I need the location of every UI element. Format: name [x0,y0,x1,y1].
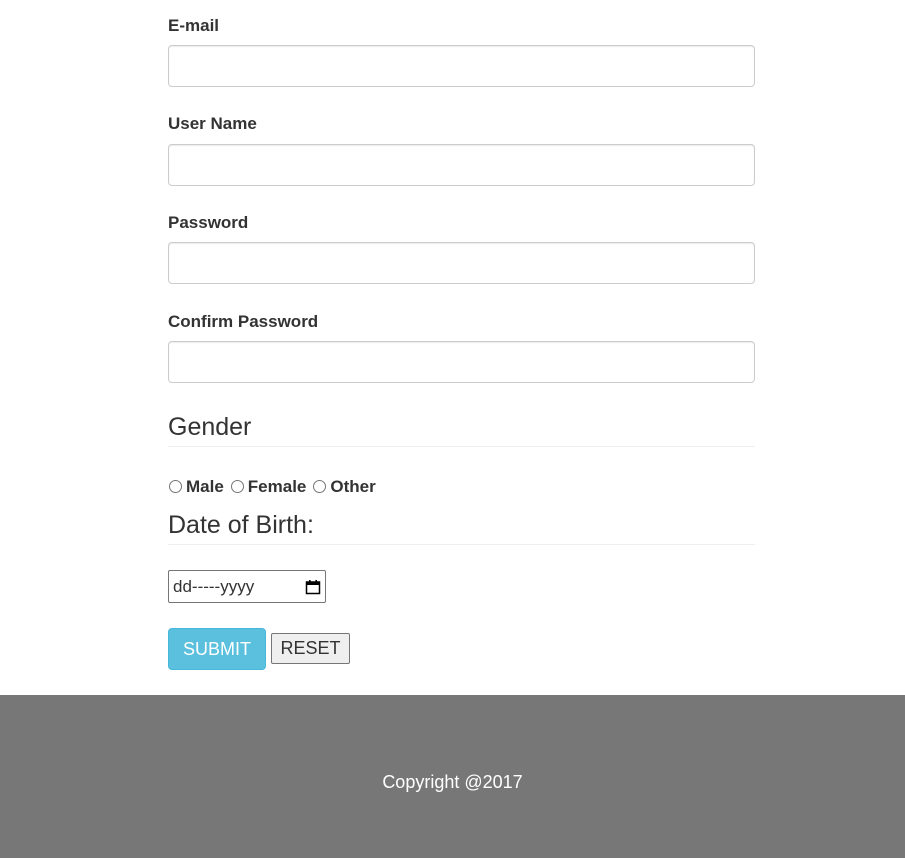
copyright-text: Copyright @2017 [382,772,523,792]
email-field[interactable] [168,45,755,87]
calendar-icon[interactable] [305,579,321,595]
password-label: Password [168,213,249,232]
dob-heading: Date of Birth: [168,510,755,545]
email-label: E-mail [168,16,220,35]
gender-label-male: Male [186,477,224,496]
username-field[interactable] [168,144,755,186]
confirm-password-field[interactable] [168,341,755,383]
gender-radio-male[interactable] [169,479,182,493]
dob-date-text: dd-----yyyy [173,576,255,596]
gender-label-other: Other [330,477,376,496]
footer: Copyright @2017 [0,695,905,858]
gender-heading: Gender [168,412,755,447]
gender-radio-group: Male Female Other [168,476,382,498]
reset-button[interactable]: RESET [271,633,350,664]
username-label: User Name [168,114,257,133]
registration-page: E-mail User Name Password Confirm Passwo… [0,0,905,858]
submit-button[interactable]: SUBMIT [168,628,266,670]
gender-radio-female[interactable] [230,479,244,493]
confirm-password-label: Confirm Password [168,312,319,331]
password-field[interactable] [168,242,755,284]
gender-radio-other[interactable] [313,479,327,493]
dob-date-input[interactable]: dd-----yyyy [168,570,326,603]
gender-label-female: Female [247,477,307,496]
